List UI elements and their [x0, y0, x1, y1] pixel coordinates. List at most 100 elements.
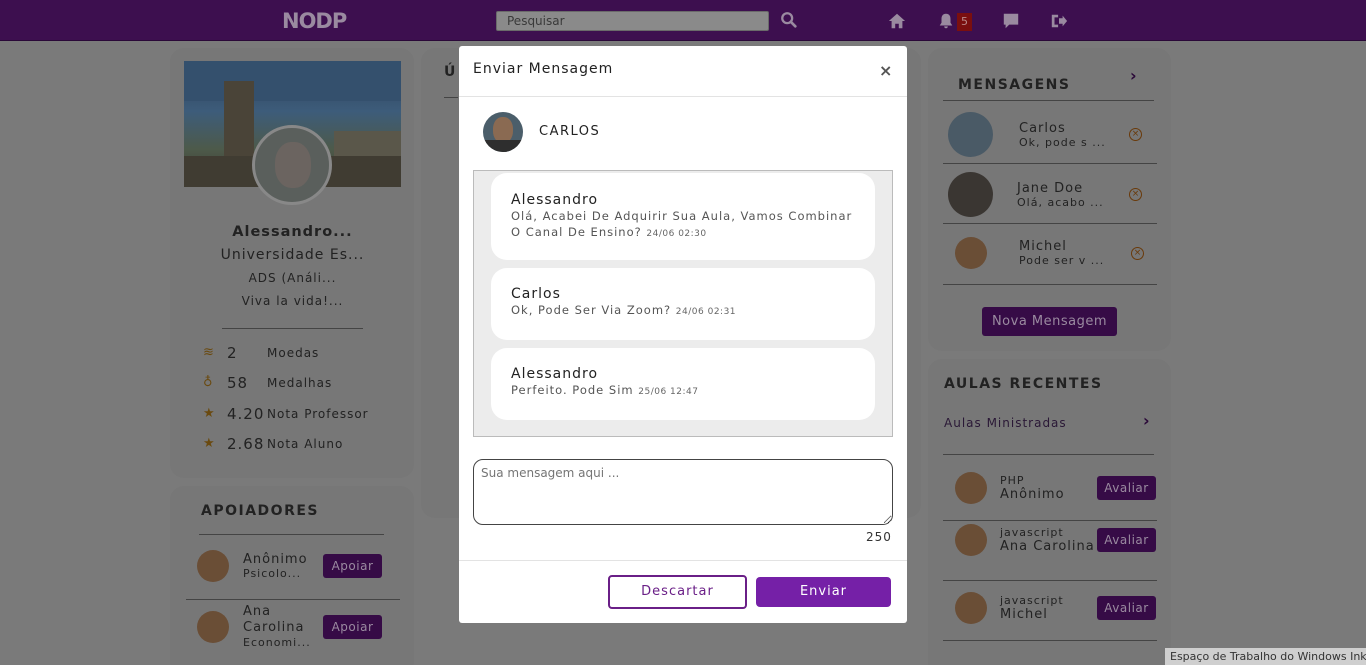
message-sender: Michel: [1019, 239, 1067, 254]
message-time: 25/06 12:47: [638, 387, 699, 397]
support-button[interactable]: Apoiar: [323, 614, 382, 639]
chevron-right-icon[interactable]: ›: [1143, 411, 1150, 430]
profile-avatar[interactable]: [252, 125, 332, 205]
message-preview: Ok, pode s ...: [1019, 135, 1106, 149]
profile-motto: Viva la vida!...: [241, 294, 344, 308]
message-text: Ok, Pode Ser Via Zoom? 24/06 02:31: [511, 303, 737, 317]
message-preview: Pode ser v ...: [1019, 254, 1105, 267]
supporters-divider: [199, 534, 384, 535]
avatar: [197, 550, 229, 582]
class-subject: javascript: [1000, 526, 1064, 539]
message-author: Alessandro: [511, 366, 599, 382]
profile-course: ADS (Análi...: [248, 271, 337, 285]
rate-button[interactable]: Avaliar: [1097, 528, 1156, 552]
row-divider: [943, 640, 1157, 641]
avatar: [197, 610, 229, 643]
supporter-course: Economi...: [243, 636, 311, 649]
chevron-right-icon[interactable]: ›: [1130, 66, 1137, 85]
message-item[interactable]: Jane Doe Olá, acabo ... ×: [948, 172, 1153, 217]
class-teacher: Ana Carolina: [1000, 539, 1095, 554]
profile-name: Alessandro...: [232, 224, 353, 240]
supporter-course: Psicolo...: [243, 567, 302, 580]
bell-icon[interactable]: [937, 12, 955, 30]
discard-button[interactable]: Descartar: [608, 575, 747, 609]
home-icon[interactable]: [888, 12, 906, 30]
modal-title: Enviar Mensagem: [473, 61, 614, 77]
class-item: javascript Ana Carolina Avaliar: [955, 524, 1156, 556]
top-navbar: NODP Pesquisar 5: [0, 0, 1366, 41]
chat-history[interactable]: Alessandro Olá, Acabei De Adquirir Sua A…: [473, 170, 893, 437]
send-message-modal: Enviar Mensagem × CARLOS Alessandro Olá,…: [459, 46, 907, 623]
medal-icon: ♁: [203, 375, 214, 390]
close-icon[interactable]: ×: [879, 61, 892, 80]
class-teacher: Anônimo: [1000, 487, 1065, 502]
class-subject: javascript: [1000, 594, 1064, 607]
message-sender: Carlos: [1019, 120, 1066, 136]
support-button[interactable]: Apoiar: [323, 554, 382, 578]
message-sender: Jane Doe: [1017, 180, 1084, 196]
star-icon: ★: [203, 406, 216, 421]
logout-icon[interactable]: [1050, 12, 1068, 30]
avatar: [955, 524, 987, 556]
send-button[interactable]: Enviar: [756, 577, 891, 607]
supporters-title: APOIADORES: [201, 503, 319, 519]
class-subject: PHP: [1000, 474, 1025, 487]
modal-footer-divider: [459, 560, 907, 561]
avatar: [948, 112, 993, 157]
profile-university: Universidade Es...: [220, 247, 365, 263]
supporter-item: Anônimo Psicolo... Apoiar: [197, 550, 397, 582]
search-input[interactable]: Pesquisar: [496, 11, 769, 31]
row-divider: [943, 284, 1157, 285]
profile-divider: [222, 328, 363, 329]
search-icon[interactable]: [780, 11, 798, 29]
avatar: [955, 592, 987, 624]
stat-coins: ≋ 2 Moedas: [203, 344, 320, 362]
supporter-name: Anônimo: [243, 552, 308, 567]
taught-classes-link[interactable]: Aulas Ministradas: [944, 416, 1067, 430]
feed-divider: [444, 97, 458, 98]
rate-button[interactable]: Avaliar: [1097, 476, 1156, 500]
remove-icon[interactable]: ×: [1129, 188, 1142, 201]
message-time: 24/06 02:31: [675, 307, 737, 317]
remove-icon[interactable]: ×: [1129, 128, 1142, 141]
class-item: javascript Michel Avaliar: [955, 592, 1156, 624]
chat-message: Alessandro Perfeito. Pode Sim 25/06 12:4…: [491, 348, 875, 420]
notification-badge: 5: [957, 13, 972, 31]
new-message-button[interactable]: Nova Mensagem: [982, 307, 1117, 336]
chat-message: Alessandro Olá, Acabei De Adquirir Sua A…: [491, 173, 875, 260]
modal-header-divider: [459, 96, 907, 97]
recent-divider: [943, 454, 1154, 455]
messages-divider: [943, 100, 1154, 101]
supporter-name: Ana Carolina: [243, 604, 305, 635]
message-author: Alessandro: [511, 192, 599, 208]
message-text: Perfeito. Pode Sim 25/06 12:47: [511, 383, 699, 397]
supporter-item: Ana Carolina Economi... Apoiar: [197, 604, 397, 649]
avatar: [955, 237, 987, 269]
message-author: Carlos: [511, 286, 561, 302]
message-text: Olá, Acabei De Adquirir Sua Aula, Vamos …: [511, 209, 853, 239]
char-counter: 250: [866, 530, 892, 544]
class-item: PHP Anônimo Avaliar: [955, 472, 1156, 504]
star-icon: ★: [203, 436, 216, 451]
message-item[interactable]: Michel Pode ser v ... ×: [955, 237, 1153, 269]
row-divider: [943, 163, 1157, 164]
message-time: 24/06 02:30: [646, 229, 707, 239]
chat-icon[interactable]: [1002, 12, 1020, 30]
remove-icon[interactable]: ×: [1131, 246, 1144, 260]
row-divider: [943, 580, 1157, 581]
rate-button[interactable]: Avaliar: [1097, 596, 1156, 620]
stat-medals: ♁ 58 Medalhas: [203, 374, 333, 392]
windows-ink-workspace[interactable]: Espaço de Trabalho do Windows Ink: [1165, 648, 1366, 665]
feed-title: Ú: [444, 64, 456, 80]
message-input[interactable]: [473, 459, 893, 525]
stat-student-rating: ★ 2.68 Nota Aluno: [203, 435, 344, 453]
class-teacher: Michel: [1000, 607, 1048, 622]
avatar: [955, 472, 987, 504]
row-divider: [943, 223, 1157, 224]
coins-icon: ≋: [203, 345, 215, 360]
recipient-name: CARLOS: [539, 124, 601, 139]
avatar: [948, 172, 993, 217]
message-item[interactable]: Carlos Ok, pode s ... ×: [948, 112, 1153, 157]
app-logo[interactable]: NODP: [282, 9, 347, 33]
chat-message: Carlos Ok, Pode Ser Via Zoom? 24/06 02:3…: [491, 268, 875, 340]
